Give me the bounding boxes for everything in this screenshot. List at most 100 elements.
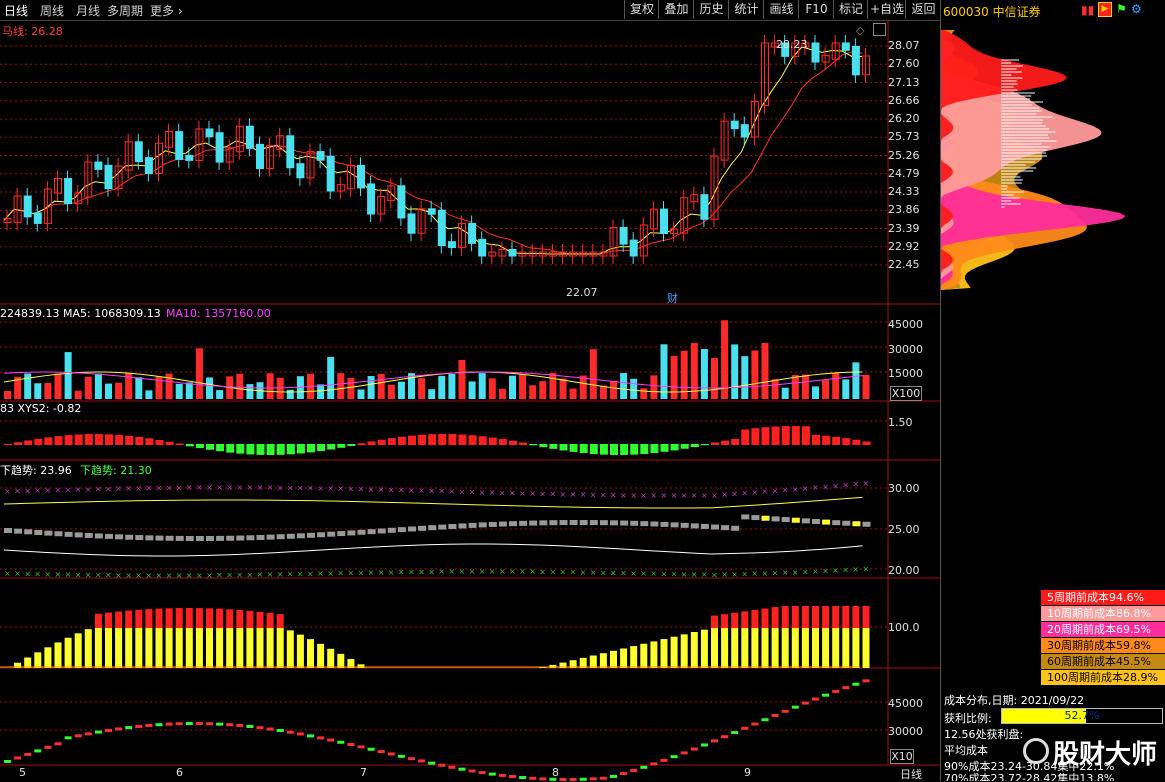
trend-block bbox=[257, 535, 265, 540]
finance-event-marker[interactable]: 财 bbox=[667, 290, 678, 306]
trend-marker-lower: × bbox=[711, 570, 718, 579]
cost-line-dash bbox=[782, 710, 789, 713]
trend-marker-upper: × bbox=[570, 490, 577, 499]
cost-line-dash bbox=[14, 756, 21, 759]
candle bbox=[408, 214, 415, 233]
candle bbox=[145, 158, 152, 174]
cost-line-dash bbox=[347, 743, 354, 746]
trend-block bbox=[782, 517, 790, 522]
volume-bar bbox=[721, 320, 728, 399]
trend-block bbox=[741, 514, 749, 519]
volume-bar bbox=[55, 373, 62, 399]
xys-bar bbox=[135, 437, 143, 445]
cost-line-dash bbox=[691, 747, 698, 750]
volume-bar bbox=[529, 385, 536, 399]
flag-icon[interactable]: ⚑ bbox=[1116, 2, 1127, 16]
bar-red bbox=[842, 606, 849, 628]
volume-bar bbox=[863, 375, 870, 399]
trend-marker-lower: × bbox=[762, 569, 769, 578]
xys-bar bbox=[640, 444, 648, 454]
xys-bar bbox=[438, 434, 446, 445]
volume-bar bbox=[711, 358, 718, 399]
trend-marker-upper: × bbox=[762, 487, 769, 496]
trend-block bbox=[721, 525, 729, 530]
trend-marker-lower: × bbox=[327, 569, 334, 578]
bar-yellow bbox=[156, 628, 163, 668]
xys-bar bbox=[176, 443, 184, 445]
xys-bar bbox=[257, 444, 265, 455]
trend-marker-lower: × bbox=[287, 570, 294, 579]
trend-label-b: 下趋势: 21.30 bbox=[80, 462, 152, 478]
volume-bar bbox=[4, 391, 11, 399]
cost-line-dash bbox=[368, 748, 375, 751]
cost-line-dash bbox=[701, 743, 708, 746]
cost-line-dash bbox=[509, 775, 516, 778]
trend-block bbox=[176, 536, 184, 541]
bar-yellow bbox=[822, 628, 829, 668]
cost-line-dash bbox=[671, 755, 678, 758]
cost-date-line: 成本分布,日期: 2021/09/22 bbox=[944, 692, 1084, 708]
bar-yellow bbox=[55, 642, 62, 668]
trend-marker-lower: × bbox=[246, 570, 253, 579]
trend-block bbox=[580, 520, 588, 525]
trend-block bbox=[459, 523, 467, 528]
diamond-icon[interactable]: ◇ bbox=[856, 24, 864, 37]
trend-marker-upper: × bbox=[166, 483, 173, 492]
xys-bar bbox=[196, 444, 204, 448]
xys-bar bbox=[115, 435, 123, 445]
cost-line-dash bbox=[236, 724, 243, 727]
bar-red bbox=[741, 611, 748, 628]
trend-marker-upper: × bbox=[307, 484, 314, 493]
date-label: 9 bbox=[744, 766, 751, 779]
trend-marker-upper: × bbox=[4, 487, 11, 496]
trend-block bbox=[610, 520, 618, 525]
bar-red bbox=[852, 606, 859, 628]
volume-bar bbox=[115, 383, 122, 399]
trend-marker-lower: × bbox=[630, 569, 637, 578]
trend-block bbox=[711, 525, 719, 530]
trend-marker-upper: × bbox=[671, 491, 678, 500]
xys-bar bbox=[34, 439, 42, 445]
trend-marker-lower: × bbox=[549, 567, 556, 576]
low-price-label: 22.07 bbox=[566, 286, 598, 299]
cost-line-dash bbox=[499, 774, 506, 777]
panel-toggle-icon[interactable] bbox=[873, 23, 886, 36]
bar-panel-tick: 100.0 bbox=[888, 621, 940, 634]
cost-line-dash bbox=[24, 753, 31, 756]
trend-marker-lower: × bbox=[115, 571, 122, 580]
trend-block bbox=[509, 521, 517, 526]
trend-marker-upper: × bbox=[388, 485, 395, 494]
volume-bar bbox=[822, 380, 829, 399]
cost-line-dash bbox=[630, 769, 637, 772]
trend-block bbox=[519, 521, 527, 526]
xys-bar bbox=[792, 426, 800, 445]
trend-marker-lower: × bbox=[236, 570, 243, 579]
bar-yellow bbox=[24, 657, 31, 668]
trend-marker-lower: × bbox=[65, 570, 72, 579]
cost-line-dash bbox=[307, 734, 314, 737]
trend-block bbox=[75, 532, 83, 537]
trend-marker-upper: × bbox=[75, 485, 82, 494]
trend-marker-lower: × bbox=[368, 568, 375, 577]
xys-bar bbox=[499, 439, 507, 445]
xys-bar bbox=[156, 440, 164, 445]
volume-bar bbox=[469, 381, 476, 399]
trend-marker-lower: × bbox=[428, 567, 435, 576]
bar-yellow bbox=[85, 629, 92, 668]
xys-bar bbox=[14, 442, 22, 445]
play-icon[interactable]: ▶ bbox=[1098, 2, 1112, 17]
trend-marker-upper: × bbox=[135, 484, 142, 493]
xys-bar bbox=[459, 435, 467, 445]
settings-icon[interactable]: ⚙ bbox=[1131, 2, 1142, 16]
trend-marker-upper: × bbox=[479, 488, 486, 497]
trend-marker-upper: × bbox=[24, 486, 31, 495]
cost-legend-item: 5周期前成本94.6% bbox=[1041, 590, 1165, 605]
volume-bar bbox=[650, 375, 657, 399]
volume-bar bbox=[600, 386, 607, 399]
trend-marker-lower: × bbox=[347, 568, 354, 577]
bar-chart-icon[interactable]: ▮▮ bbox=[1081, 3, 1094, 17]
cost-line-dash bbox=[661, 759, 668, 762]
watermark: 股财大师 bbox=[1023, 732, 1163, 774]
volume-bar bbox=[701, 349, 708, 399]
xys-bar bbox=[681, 444, 689, 449]
